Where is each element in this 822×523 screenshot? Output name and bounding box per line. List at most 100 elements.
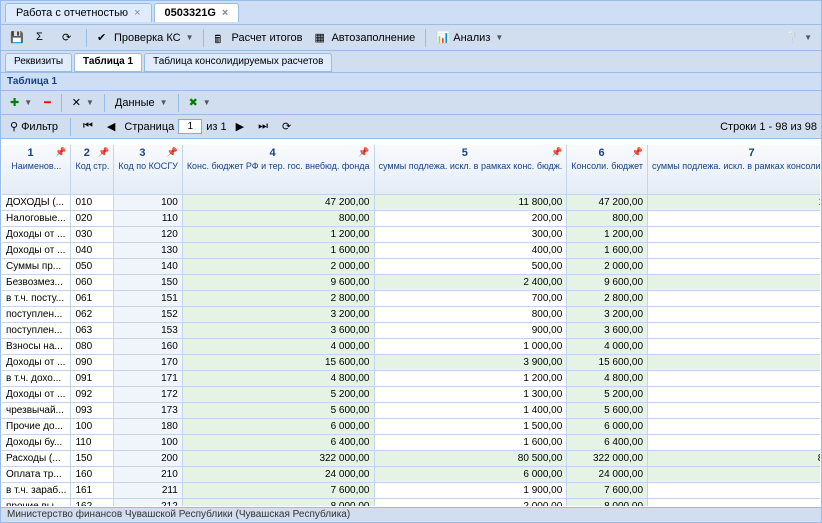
page-first[interactable]: ⏮ (78, 117, 98, 136)
table-row[interactable]: поступлен...0631533 600,00900,003 600,00… (2, 323, 820, 339)
autofill-button[interactable]: ▦Автозаполнение (309, 28, 420, 48)
table-row[interactable]: в т.ч. зараб...1612117 600,001 900,007 6… (2, 483, 820, 499)
check-ks-button[interactable]: ✔Проверка КС▼ (92, 28, 198, 48)
col-header[interactable]: 7📌суммы подлежа. искл. в рамках консоли.… (648, 145, 820, 195)
cell-value[interactable]: 3 900,00 (375, 355, 568, 371)
cell-value[interactable]: 1 400,00 (648, 403, 820, 419)
cell-value[interactable]: 1 600,00 (567, 243, 648, 259)
cell-value[interactable]: 322 000,00 (567, 451, 648, 467)
cell-value[interactable]: 2 000,00 (648, 499, 820, 506)
col-header[interactable]: 2📌Код стр. (71, 145, 114, 195)
cell-value[interactable]: 9 600,00 (567, 275, 648, 291)
cell-value[interactable]: 2 800,00 (183, 291, 375, 307)
subtab-consolidated[interactable]: Таблица консолидируемых расчетов (144, 53, 332, 72)
col-header[interactable]: 6📌Консоли. бюджет (567, 145, 648, 195)
tool1-button[interactable]: ✕▼ (67, 93, 99, 112)
cell-value[interactable]: 2 400,00 (648, 275, 820, 291)
cell-value[interactable]: 9 600,00 (183, 275, 375, 291)
cell-value[interactable]: 4 800,00 (567, 371, 648, 387)
cell-value[interactable]: 80 500,00 (375, 451, 568, 467)
cell-value[interactable]: 1 900,00 (375, 483, 568, 499)
page-prev[interactable]: ◀ (102, 117, 120, 136)
subtab-table1[interactable]: Таблица 1 (74, 53, 142, 72)
table-row[interactable]: в т.ч. посту...0611512 800,00700,002 800… (2, 291, 820, 307)
cell-value[interactable]: 300,00 (648, 227, 820, 243)
cell-value[interactable]: 1 600,00 (648, 435, 820, 451)
cell-value[interactable]: 80 500,00 (648, 451, 820, 467)
close-icon[interactable]: × (134, 7, 140, 19)
cell-value[interactable]: 1 000,00 (375, 339, 568, 355)
cell-value[interactable]: 200,00 (648, 211, 820, 227)
table-row[interactable]: в т.ч. дохо...0911714 800,001 200,004 80… (2, 371, 820, 387)
cell-value[interactable]: 900,00 (648, 323, 820, 339)
analysis-button[interactable]: 📊Анализ▼ (431, 28, 508, 48)
cell-value[interactable]: 6 000,00 (375, 467, 568, 483)
cell-value[interactable]: 15 600,00 (567, 355, 648, 371)
cell-value[interactable]: 1 500,00 (375, 419, 568, 435)
page-last[interactable]: ⏭ (253, 117, 273, 136)
cell-value[interactable]: 700,00 (375, 291, 568, 307)
cell-value[interactable]: 4 000,00 (567, 339, 648, 355)
cell-value[interactable]: 2 800,00 (567, 291, 648, 307)
cell-value[interactable]: 11 800,00 (375, 195, 568, 211)
cell-value[interactable]: 1 200,00 (375, 371, 568, 387)
cell-value[interactable]: 2 000,00 (567, 259, 648, 275)
filter-toggle[interactable]: ⚲Фильтр (5, 117, 63, 136)
col-header[interactable]: 3📌Код по КОСГУ (114, 145, 182, 195)
table-row[interactable]: Доходы от ...0301201 200,00300,001 200,0… (2, 227, 820, 243)
table-row[interactable]: Суммы пр...0501402 000,00500,002 000,005… (2, 259, 820, 275)
cell-value[interactable]: 2 400,00 (375, 275, 568, 291)
delete-button[interactable]: ━ (39, 93, 56, 112)
cell-value[interactable]: 1 400,00 (375, 403, 568, 419)
cell-value[interactable]: 800,00 (567, 211, 648, 227)
save-button[interactable]: 💾 (5, 28, 29, 48)
cell-value[interactable]: 3 600,00 (183, 323, 375, 339)
table-row[interactable]: Доходы бу...1101006 400,001 600,006 400,… (2, 435, 820, 451)
cell-value[interactable]: 4 000,00 (183, 339, 375, 355)
cell-value[interactable]: 5 200,00 (183, 387, 375, 403)
table-row[interactable]: Прочие до...1001806 000,001 500,006 000,… (2, 419, 820, 435)
cell-value[interactable]: 4 800,00 (183, 371, 375, 387)
cell-value[interactable]: 5 200,00 (567, 387, 648, 403)
cell-value[interactable]: 7 600,00 (183, 483, 375, 499)
add-button[interactable]: ✚▼ (5, 93, 37, 112)
cell-value[interactable]: 11 800,00 (648, 195, 820, 211)
cell-value[interactable]: 2 000,00 (183, 259, 375, 275)
cell-value[interactable]: 6 000,00 (648, 467, 820, 483)
col-header[interactable]: 4📌Конс. бюджет РФ и тер. гос. внебюд. фо… (183, 145, 375, 195)
cell-value[interactable]: 6 400,00 (183, 435, 375, 451)
cell-value[interactable]: 47 200,00 (567, 195, 648, 211)
cell-value[interactable]: 5 600,00 (183, 403, 375, 419)
cell-value[interactable]: 500,00 (648, 259, 820, 275)
cell-value[interactable]: 1 200,00 (648, 371, 820, 387)
table-row[interactable]: Налоговые...020110800,00200,00800,00200,… (2, 211, 820, 227)
table-row[interactable]: Оплата тр...16021024 000,006 000,0024 00… (2, 467, 820, 483)
cell-value[interactable]: 800,00 (375, 307, 568, 323)
cell-value[interactable]: 800,00 (183, 211, 375, 227)
tab-work[interactable]: Работа с отчетностью× (5, 3, 152, 22)
cell-value[interactable]: 8 000,00 (567, 499, 648, 506)
cell-value[interactable]: 1 200,00 (183, 227, 375, 243)
sum-button[interactable]: Σ (31, 28, 55, 48)
cell-value[interactable]: 3 200,00 (567, 307, 648, 323)
cell-value[interactable]: 3 600,00 (567, 323, 648, 339)
tab-report[interactable]: 0503321G× (154, 3, 240, 22)
cell-value[interactable]: 1 600,00 (375, 435, 568, 451)
clear-button[interactable]: ✖▼ (184, 93, 216, 112)
cell-value[interactable]: 200,00 (375, 211, 568, 227)
cell-value[interactable]: 400,00 (375, 243, 568, 259)
cell-value[interactable]: 1 000,00 (648, 339, 820, 355)
table-row[interactable]: Доходы от ...0401301 600,00400,001 600,0… (2, 243, 820, 259)
cell-value[interactable]: 1 500,00 (648, 419, 820, 435)
cell-value[interactable]: 1 600,00 (183, 243, 375, 259)
cell-value[interactable]: 1 300,00 (375, 387, 568, 403)
cell-value[interactable]: 7 600,00 (567, 483, 648, 499)
cell-value[interactable]: 300,00 (375, 227, 568, 243)
cell-value[interactable]: 900,00 (375, 323, 568, 339)
table-row[interactable]: поступлен...0621523 200,00800,003 200,00… (2, 307, 820, 323)
cell-value[interactable]: 1 200,00 (567, 227, 648, 243)
cell-value[interactable]: 1 300,00 (648, 387, 820, 403)
table-row[interactable]: Расходы (...150200322 000,0080 500,00322… (2, 451, 820, 467)
cell-value[interactable]: 2 000,00 (375, 499, 568, 506)
table-row[interactable]: прочие вы...1622128 000,002 000,008 000,… (2, 499, 820, 506)
